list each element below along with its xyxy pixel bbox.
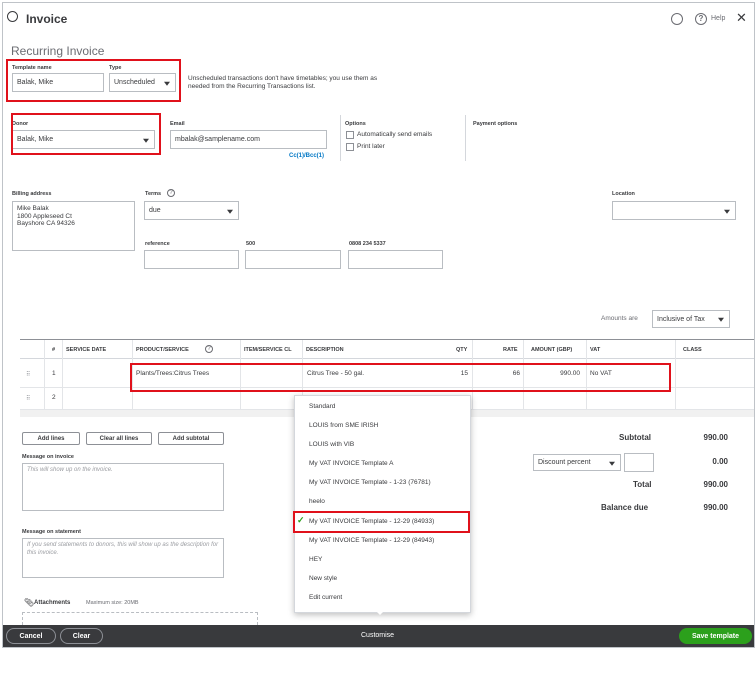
unscheduled-info-text: Unscheduled transactions don't have time… [188, 75, 378, 90]
amounts-select[interactable]: Inclusive of Tax [652, 310, 730, 328]
col-class: CLASS [683, 347, 702, 353]
discount-value: 0.00 [712, 457, 728, 466]
menu-item-edit-current[interactable]: Edit current [309, 594, 342, 601]
amounts-are-label: Amounts are [601, 315, 638, 322]
add-lines-button[interactable]: Add lines [22, 432, 80, 445]
info-icon[interactable]: ? [167, 189, 175, 197]
payment-options-label: Payment options [473, 121, 518, 127]
message-statement-input[interactable]: If you send statements to donors, this w… [22, 538, 224, 578]
discount-select[interactable]: Discount percent [533, 454, 621, 471]
menu-item-vat-template-76781[interactable]: My VAT INVOICE Template - 1-23 (76781) [309, 479, 431, 486]
customise-button[interactable]: Customise [361, 632, 394, 639]
drag-handle-icon[interactable]: ⠿ [26, 395, 30, 402]
billing-address-box[interactable]: Mike Balak 1800 Appleseed Ct Bayshore CA… [12, 201, 135, 251]
col-qty: QTY [456, 347, 468, 353]
phone-label: 0808 234 5337 [349, 241, 386, 247]
terms-label: Terms [145, 191, 162, 197]
add-subtotal-button[interactable]: Add subtotal [158, 432, 224, 445]
menu-item-louis-sme[interactable]: LOUIS from SME IRISH [309, 422, 378, 429]
amounts-value: Inclusive of Tax [657, 315, 705, 323]
menu-item-heelo[interactable]: heelo [309, 498, 325, 505]
phone-input[interactable] [348, 250, 443, 269]
menu-item-hey[interactable]: HEY [309, 556, 322, 563]
col-amount: AMOUNT (GBP) [531, 347, 573, 353]
clear-all-lines-button[interactable]: Clear all lines [86, 432, 152, 445]
help-link[interactable]: Help [711, 15, 725, 22]
billing-line: 1800 Appleseed Ct [17, 212, 72, 220]
gear-icon[interactable] [671, 13, 683, 25]
location-label: Location [612, 191, 635, 197]
cancel-button[interactable]: Cancel [6, 628, 56, 644]
email-value: mbalak@samplename.com [175, 136, 260, 143]
balance-due-value: 990.00 [703, 503, 728, 512]
table-top-border [20, 339, 754, 340]
print-later-label: Print later [357, 143, 385, 150]
col-rate: RATE [503, 347, 518, 353]
billing-line: Bayshore CA 94326 [17, 220, 75, 227]
email-label: Email [170, 121, 185, 127]
billing-line: Mike Balak [17, 205, 49, 212]
form-subtitle: Recurring Invoice [11, 44, 105, 58]
email-input[interactable]: mbalak@samplename.com [170, 130, 327, 149]
cc-bcc-link[interactable]: Cc(1)/Bcc(1) [289, 153, 324, 159]
discount-input[interactable] [624, 453, 654, 472]
col-product: PRODUCT/SERVICE [136, 347, 189, 353]
menu-item-new-style[interactable]: New style [309, 575, 337, 582]
menu-item-standard[interactable]: Standard [309, 403, 335, 410]
billing-address-label: Billing address [12, 191, 52, 197]
field-500-input[interactable] [245, 250, 341, 269]
chevron-down-icon [227, 209, 233, 214]
clear-button[interactable]: Clear [60, 628, 103, 644]
auto-send-checkbox[interactable] [346, 131, 354, 139]
col-num: # [52, 347, 56, 353]
location-select[interactable] [612, 201, 736, 220]
subtotal-label: Subtotal [619, 433, 651, 442]
reference-input[interactable] [144, 250, 239, 269]
page-title: Invoice [26, 12, 68, 26]
subtotal-value: 990.00 [703, 433, 728, 442]
col-description: DESCRIPTION [306, 347, 344, 353]
row-number: 1 [52, 370, 56, 377]
terms-value: due [149, 207, 161, 214]
chevron-down-icon [724, 209, 730, 214]
col-vat: VAT [590, 347, 601, 353]
discount-label: Discount percent [538, 459, 591, 466]
total-value: 990.00 [703, 480, 728, 489]
message-statement-label: Message on statement [22, 529, 81, 535]
chevron-down-icon [609, 461, 615, 466]
close-icon[interactable]: ✕ [736, 10, 747, 26]
donor-highlight-box [11, 113, 161, 155]
menu-item-vat-template-a[interactable]: My VAT INVOICE Template A [309, 460, 393, 467]
history-icon[interactable] [7, 11, 18, 22]
options-divider [340, 115, 341, 161]
menu-item-vat-template-84943[interactable]: My VAT INVOICE Template - 12-29 (84943) [309, 537, 434, 544]
auto-send-label: Automatically send emails [357, 131, 433, 138]
help-icon[interactable]: ? [695, 13, 707, 25]
col-item-service-class: ITEM/SERVICE CL [244, 347, 292, 353]
payment-divider [465, 115, 466, 161]
paperclip-icon: 📎︎ [24, 598, 35, 607]
dropdown-pointer [375, 610, 385, 615]
attachments-max-size: Maximum size: 20MB [86, 600, 139, 606]
field-500-label: 500 [246, 241, 256, 247]
total-label: Total [633, 480, 652, 489]
menu-item-louis-vib[interactable]: LOUIS with VIB [309, 441, 354, 448]
chevron-down-icon [718, 317, 724, 322]
message-invoice-label: Message on invoice [22, 454, 74, 460]
template-highlight-box [6, 59, 181, 102]
info-icon[interactable]: ? [205, 345, 213, 353]
options-label: Options [345, 121, 366, 127]
attachments-label: Attachments [34, 600, 71, 606]
col-service-date: SERVICE DATE [66, 347, 107, 353]
row-number: 2 [52, 394, 56, 401]
drag-handle-icon[interactable]: ⠿ [26, 371, 30, 378]
reference-label: reference [145, 241, 170, 247]
balance-due-label: Balance due [601, 503, 649, 512]
save-template-button[interactable]: Save template [679, 628, 752, 644]
terms-select[interactable]: due [144, 201, 239, 220]
invoice-window: Invoice ? Help ✕ Recurring Invoice Templ… [2, 2, 755, 648]
print-later-checkbox[interactable] [346, 143, 354, 151]
message-invoice-input[interactable]: This will show up on the invoice. [22, 463, 224, 511]
selected-template-highlight-box [293, 511, 470, 533]
